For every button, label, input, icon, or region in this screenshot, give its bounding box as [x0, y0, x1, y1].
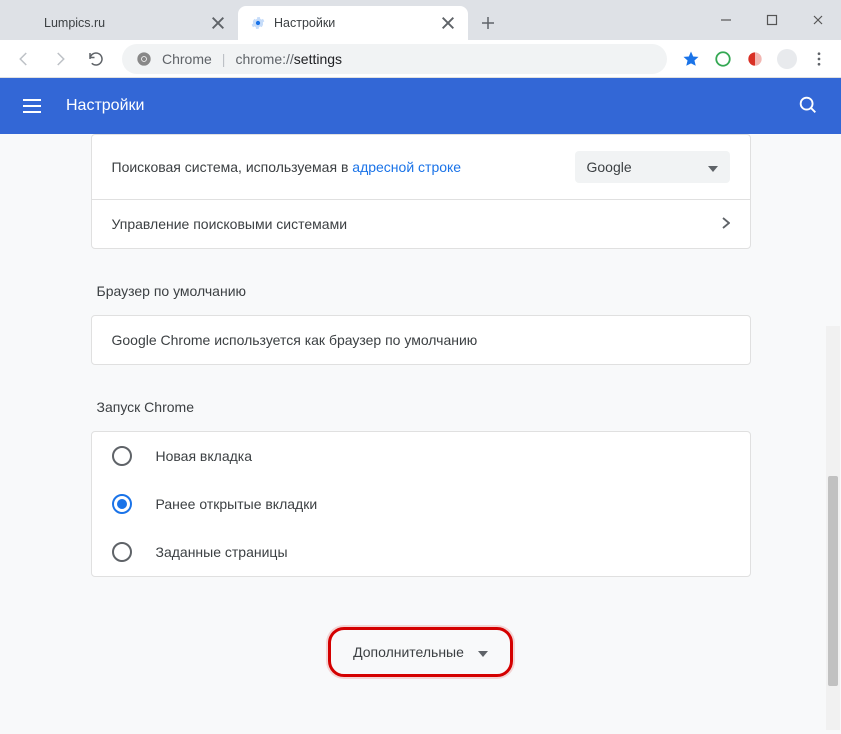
tab-lumpics[interactable]: Lumpics.ru	[8, 6, 238, 40]
omnibox[interactable]: Chrome | chrome://settings	[122, 44, 667, 74]
default-browser-section-title: Браузер по умолчанию	[97, 283, 751, 299]
dropdown-icon	[708, 159, 718, 175]
address-bar-link[interactable]: адресной строке	[352, 159, 461, 175]
manage-search-engines-row[interactable]: Управление поисковыми системами	[92, 199, 750, 248]
default-browser-status: Google Chrome используется как браузер п…	[92, 316, 750, 364]
startup-option-specific-pages[interactable]: Заданные страницы	[92, 528, 750, 576]
maximize-button[interactable]	[749, 4, 795, 36]
on-startup-card: Новая вкладка Ранее открытые вкладки Зад…	[91, 431, 751, 577]
lumpics-favicon	[20, 15, 36, 31]
close-tab-icon[interactable]	[210, 15, 226, 31]
omnibox-origin: Chrome	[162, 51, 212, 67]
search-engine-row: Поисковая система, используемая в адресн…	[92, 135, 750, 199]
tab-title: Lumpics.ru	[44, 16, 202, 30]
tab-strip: Lumpics.ru Настройки	[0, 0, 841, 40]
startup-option-continue[interactable]: Ранее открытые вкладки	[92, 480, 750, 528]
chrome-icon	[136, 51, 152, 67]
minimize-button[interactable]	[703, 4, 749, 36]
dropdown-icon	[478, 644, 488, 660]
extension-icon-2[interactable]	[741, 45, 769, 73]
advanced-label: Дополнительные	[353, 644, 464, 660]
on-startup-section-title: Запуск Chrome	[97, 399, 751, 415]
new-tab-button[interactable]	[474, 9, 502, 37]
manage-search-engines-label: Управление поисковыми системами	[112, 216, 348, 232]
profile-avatar[interactable]	[773, 45, 801, 73]
scrollbar-thumb[interactable]	[828, 476, 838, 686]
advanced-toggle-button[interactable]: Дополнительные	[328, 627, 513, 677]
scrollbar[interactable]	[826, 326, 840, 730]
default-browser-card: Google Chrome используется как браузер п…	[91, 315, 751, 365]
omnibox-url: chrome://settings	[235, 51, 342, 67]
settings-header: Настройки	[0, 78, 841, 134]
startup-option-label: Заданные страницы	[156, 544, 288, 560]
hamburger-menu-icon[interactable]	[20, 94, 44, 118]
extension-icon-1[interactable]	[709, 45, 737, 73]
window-controls	[703, 0, 841, 40]
close-tab-icon[interactable]	[440, 15, 456, 31]
forward-button[interactable]	[44, 43, 76, 75]
chevron-right-icon	[722, 216, 730, 232]
startup-option-new-tab[interactable]: Новая вкладка	[92, 432, 750, 480]
search-engine-select[interactable]: Google	[575, 151, 730, 183]
tab-settings[interactable]: Настройки	[238, 6, 468, 40]
search-engine-card: Поисковая система, используемая в адресн…	[91, 134, 751, 249]
settings-content: Поисковая система, используемая в адресн…	[0, 134, 841, 734]
reload-button[interactable]	[80, 43, 112, 75]
page-title: Настройки	[66, 97, 797, 115]
radio-icon	[112, 542, 132, 562]
settings-favicon	[250, 15, 266, 31]
search-engine-label: Поисковая система, используемая в адресн…	[112, 159, 462, 175]
radio-icon	[112, 494, 132, 514]
radio-icon	[112, 446, 132, 466]
search-icon[interactable]	[797, 94, 821, 118]
tab-title: Настройки	[274, 16, 432, 30]
kebab-menu-icon[interactable]	[805, 45, 833, 73]
bookmark-star-icon[interactable]	[677, 45, 705, 73]
startup-option-label: Ранее открытые вкладки	[156, 496, 318, 512]
omnibox-separator: |	[222, 51, 226, 67]
startup-option-label: Новая вкладка	[156, 448, 253, 464]
search-engine-selected: Google	[587, 159, 632, 175]
close-window-button[interactable]	[795, 4, 841, 36]
toolbar: Chrome | chrome://settings	[0, 40, 841, 78]
back-button[interactable]	[8, 43, 40, 75]
